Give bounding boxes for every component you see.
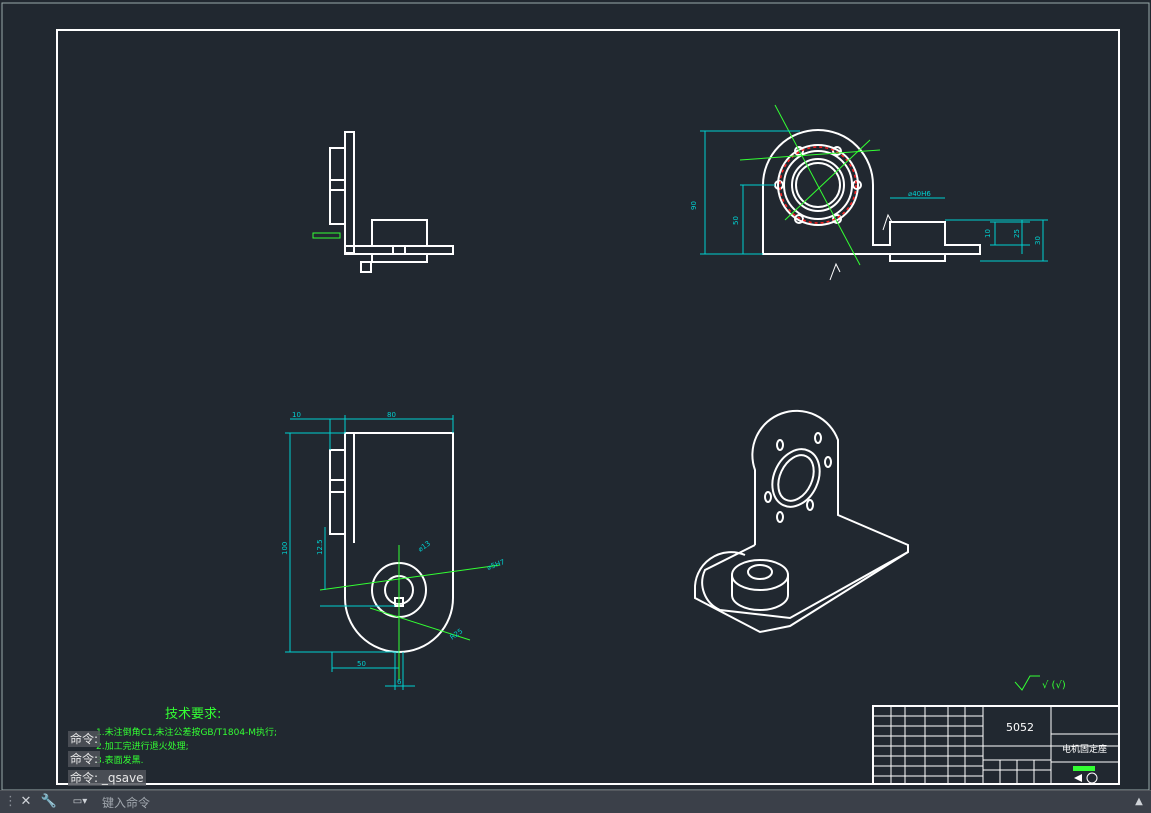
title-block-text: 5052 电机固定座: [1006, 721, 1107, 755]
command-history-line-3: 命令: _qsave: [68, 770, 146, 786]
close-icon[interactable]: ✕: [18, 794, 34, 810]
title-block-green: [1073, 766, 1098, 784]
surface-finish-text: √ (√): [1042, 680, 1066, 691]
isometric-view[interactable]: [693, 409, 909, 634]
front-view-roughness: [829, 213, 893, 281]
dim-6: 6: [397, 678, 402, 686]
dim-25: 25: [1013, 229, 1021, 238]
tech-requirement-3: 3.表面发黑.: [96, 756, 144, 766]
dim-90: 90: [690, 201, 698, 210]
side-view-annotation: [312, 232, 341, 239]
scroll-up-icon[interactable]: ▲: [1132, 794, 1146, 810]
drawing-canvas[interactable]: 90 50 10 25 30 ⌀40H6 10 80 100 12.5 50 6…: [0, 0, 1151, 812]
dim-r25: R25: [449, 627, 465, 641]
dim-12-5: 12.5: [316, 539, 324, 555]
dim-10-top: 10: [292, 411, 301, 419]
command-line-bar: ⋮ ✕ 🔧 ▭▾ ▲: [0, 790, 1151, 813]
tech-requirement-1: 1.未注倒角C1,未注公差按GB/T1804-M执行;: [96, 728, 278, 738]
dim-d5h7: ⌀5H7: [486, 558, 506, 572]
part-name-text: 电机固定座: [1062, 743, 1107, 755]
command-history-line-2: 命令:: [68, 751, 101, 767]
bottom-left-view[interactable]: [329, 432, 454, 653]
command-input[interactable]: [100, 793, 1104, 813]
bottom-left-dim-text: 10 80 100 12.5 50 6 ⌀13 R25 ⌀5H7: [281, 411, 506, 686]
dim-hole-40h6: ⌀40H6: [908, 190, 931, 198]
command-prompt-icon[interactable]: ▭▾: [66, 794, 94, 810]
dim-d13: ⌀13: [417, 540, 432, 554]
dim-50: 50: [732, 216, 740, 225]
wrench-icon[interactable]: 🔧: [40, 794, 58, 810]
material-text: 5052: [1006, 721, 1034, 734]
dim-50-bottom: 50: [357, 660, 366, 668]
front-view[interactable]: [762, 129, 981, 262]
grip-handle-icon[interactable]: ⋮: [4, 794, 17, 810]
dim-100: 100: [281, 542, 289, 555]
tech-requirement-2: 2.加工完进行退火处理;: [96, 742, 189, 752]
bottom-left-dimensions: [285, 415, 454, 690]
sheet-frame: [56, 29, 1120, 785]
dim-30: 30: [1034, 236, 1042, 245]
dim-80: 80: [387, 411, 396, 419]
surface-finish-symbol: √ (√): [1014, 675, 1066, 691]
sheet-outer-border: [1, 2, 1150, 791]
side-view-top[interactable]: [329, 131, 454, 273]
dim-10: 10: [984, 229, 992, 238]
command-history-line-1: 命令:: [68, 731, 101, 747]
tech-requirements-title: 技术要求:: [165, 707, 222, 722]
